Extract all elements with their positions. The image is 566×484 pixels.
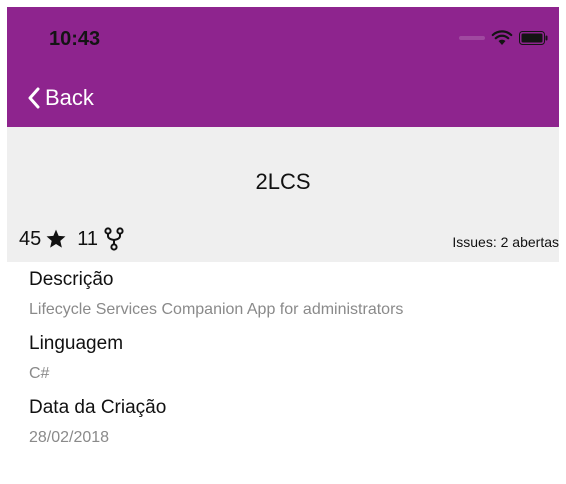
description-value: Lifecycle Services Companion App for adm… — [29, 301, 404, 318]
battery-icon — [519, 31, 548, 45]
issues-count: Issues: 2 abertas — [452, 234, 559, 250]
status-icons — [459, 29, 549, 47]
created-date-value: 28/02/2018 — [29, 429, 110, 446]
created-date-label: Data da Criação — [29, 397, 167, 418]
forks-count: 11 — [77, 227, 99, 250]
language-value: C# — [29, 365, 50, 382]
status-time: 10:43 — [49, 28, 101, 50]
star-icon — [46, 229, 66, 248]
description-label: Descrição — [29, 269, 114, 290]
repo-details: Descrição Lifecycle Services Companion A… — [29, 269, 549, 449]
signal-icon — [459, 36, 485, 40]
stars-count: 45 — [19, 227, 42, 250]
chevron-left-icon — [28, 87, 40, 109]
navigation-bar: 10:43 Back — [7, 7, 559, 127]
back-button[interactable]: Back — [27, 85, 94, 111]
app-screen: 10:43 Back 2LCS 45 11 Issues: 2 abertas … — [7, 7, 559, 484]
language-label: Linguagem — [29, 333, 124, 354]
wifi-icon — [491, 30, 513, 45]
fork-icon — [104, 227, 124, 251]
repo-name: 2LCS — [255, 169, 311, 194]
back-label: Back — [45, 85, 94, 110]
repo-stats: 45 11 — [19, 227, 124, 251]
